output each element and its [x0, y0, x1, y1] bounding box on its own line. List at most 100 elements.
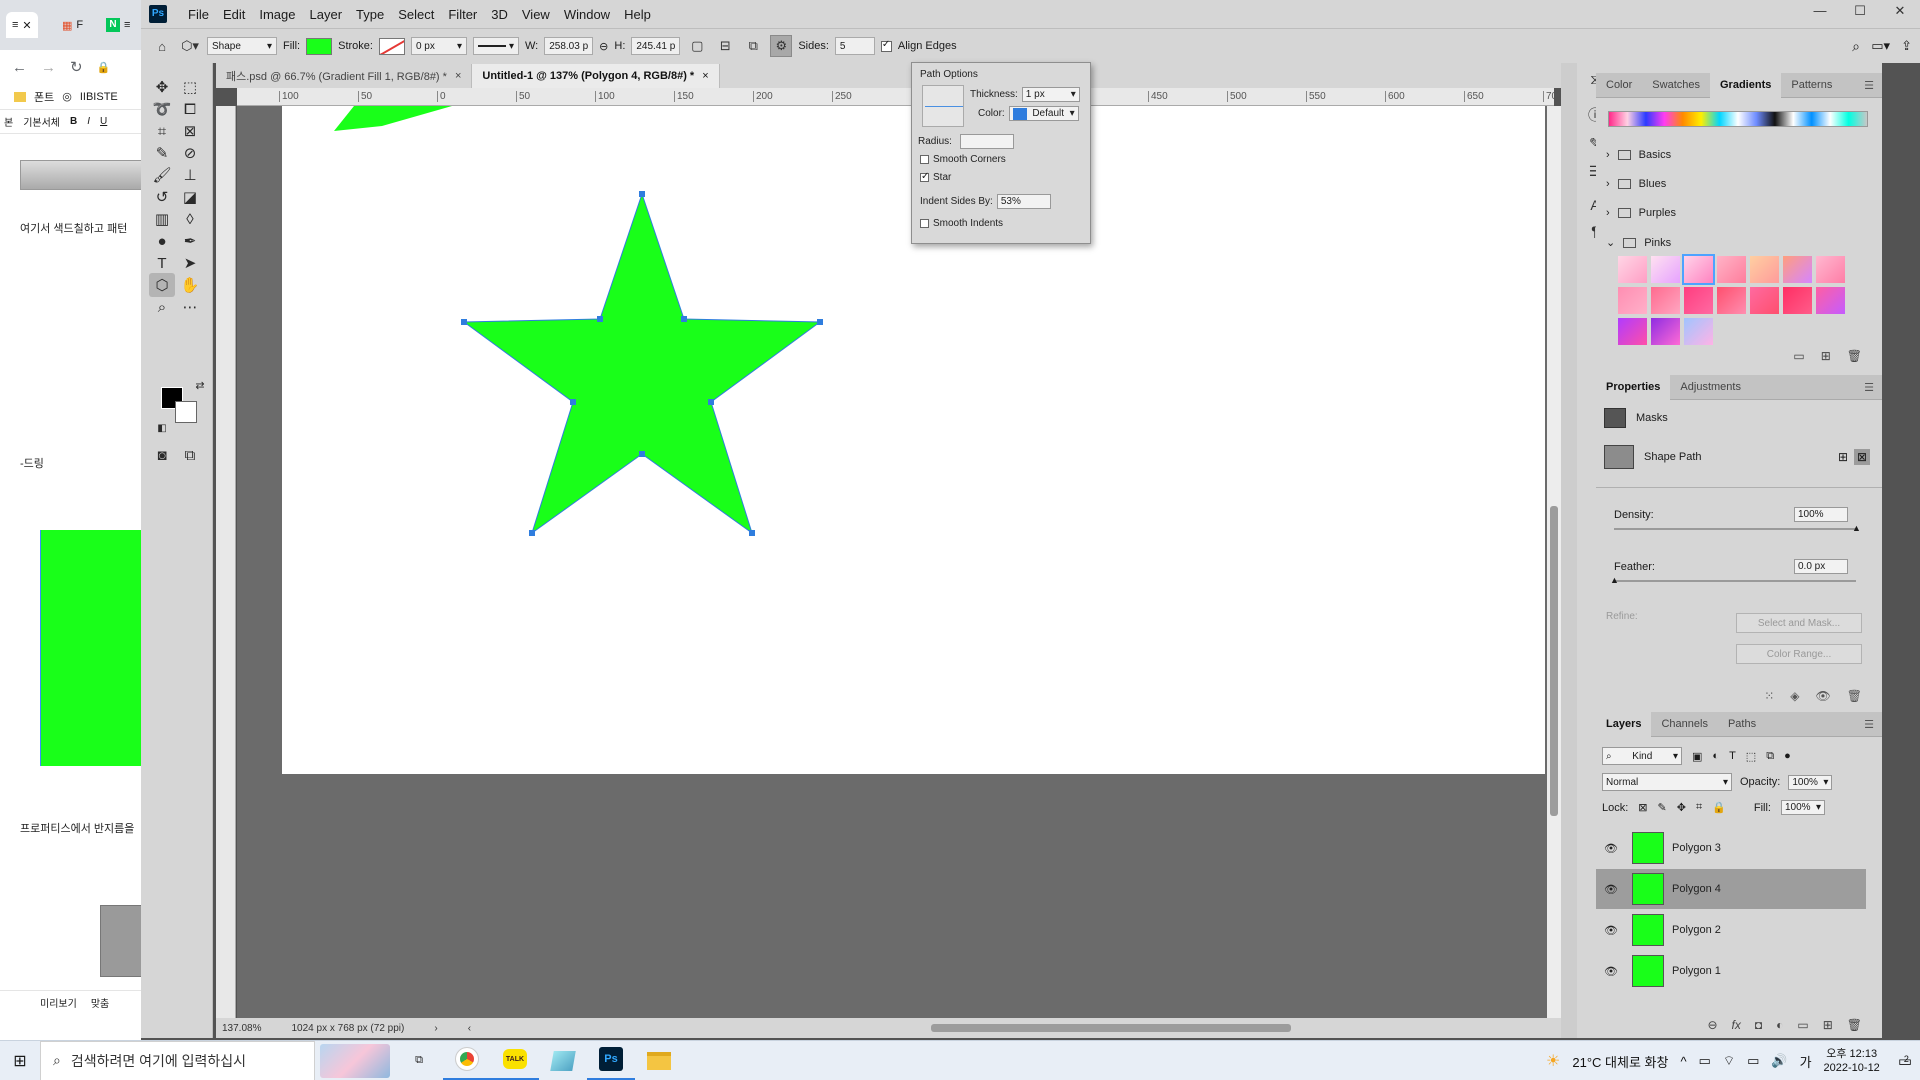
filter-toggle-icon[interactable]: ●	[1784, 750, 1791, 762]
layer-row[interactable]: 👁 Polygon 3	[1596, 828, 1866, 868]
trash-icon[interactable]: 🗑	[1847, 1018, 1862, 1032]
layer-kind-select[interactable]: ⌕ Kind ▾	[1602, 747, 1682, 765]
gradient-swatch[interactable]	[1682, 254, 1715, 285]
taskbar-search-box[interactable]: ⌕ 검색하려면 여기에 입력하십시	[40, 1040, 315, 1080]
smart-object-filter-icon[interactable]: ⧉	[1766, 750, 1774, 763]
eye-icon[interactable]: 👁	[1604, 883, 1618, 896]
tab-patterns[interactable]: Patterns	[1781, 73, 1842, 98]
back-arrow-icon[interactable]: ←	[12, 59, 27, 76]
stroke-width-input[interactable]: 0 px ▾	[410, 37, 467, 55]
horizontal-scrollbar-thumb[interactable]	[931, 1024, 1291, 1032]
fx-icon[interactable]: fx	[1732, 1018, 1741, 1032]
gradient-swatch[interactable]	[1618, 318, 1647, 345]
fit-button[interactable]: 맞춤	[91, 995, 109, 1010]
menu-help[interactable]: Help	[617, 7, 658, 22]
path-color-select[interactable]: Default ▾	[1008, 106, 1079, 121]
minimize-button[interactable]: —	[1800, 0, 1840, 22]
menu-select[interactable]: Select	[391, 7, 441, 22]
lock-pixels-icon[interactable]: ✎	[1658, 801, 1667, 814]
tab-adjustments[interactable]: Adjustments	[1670, 375, 1751, 400]
hand-tool-icon[interactable]: ✋	[177, 273, 203, 297]
path-selection-tool-icon[interactable]: ➤	[177, 251, 203, 275]
scrollbar-thumb[interactable]	[1550, 506, 1558, 816]
width-input[interactable]: 258.03 p	[544, 37, 594, 55]
panel-menu-icon[interactable]: ☰	[1864, 79, 1874, 92]
anchor-point[interactable]	[817, 319, 823, 325]
anchor-point[interactable]	[708, 399, 714, 405]
path-operations-icon[interactable]: ▢	[686, 35, 708, 57]
add-mask-icon[interactable]: ⊞	[1838, 450, 1848, 464]
weather-icon[interactable]: ☀	[1546, 1051, 1560, 1071]
layer-row[interactable]: 👁 Polygon 2	[1596, 910, 1866, 950]
link-icon[interactable]: ⊖	[599, 40, 608, 53]
trash-icon[interactable]: 🗑	[1847, 689, 1862, 703]
vertical-scrollbar[interactable]	[1547, 106, 1561, 1018]
maximize-button[interactable]: ☐	[1840, 0, 1880, 22]
reload-icon[interactable]: ↻	[70, 58, 83, 76]
gradient-swatch[interactable]	[1618, 287, 1647, 314]
slider-handle[interactable]: ▲	[1852, 523, 1861, 533]
preview-button[interactable]: 미리보기	[40, 995, 77, 1010]
windows-start-icon[interactable]: ⊞	[0, 1041, 40, 1080]
home-icon[interactable]: ⌂	[151, 35, 173, 57]
file-explorer-icon[interactable]	[635, 1041, 683, 1080]
screen-mode-icon[interactable]: ⧉	[177, 443, 203, 467]
chevron-left-icon[interactable]: ‹	[468, 1023, 471, 1034]
lock-transparent-icon[interactable]: ⊠	[1638, 801, 1647, 814]
chevron-up-icon[interactable]: ^	[1680, 1054, 1686, 1069]
tab-document-2[interactable]: Untitled-1 @ 137% (Polygon 4, RGB/8#) * …	[472, 64, 720, 88]
gradient-swatch[interactable]	[1651, 256, 1680, 283]
ime-indicator[interactable]: 가	[1800, 1052, 1812, 1071]
gradient-swatch[interactable]	[1717, 256, 1746, 283]
gear-icon[interactable]: ⚙	[770, 35, 793, 57]
layer-row[interactable]: 👁 Polygon 1	[1596, 951, 1866, 991]
lock-position-icon[interactable]: ✥	[1677, 801, 1686, 814]
close-icon[interactable]: ×	[455, 70, 461, 82]
vector-mask-icon[interactable]: ⊠	[1853, 449, 1870, 465]
lasso-tool-icon[interactable]: ➰	[149, 97, 175, 121]
blend-mode-select[interactable]: Normal ▾	[1602, 773, 1732, 791]
weather-text[interactable]: 21°C 대체로 화창	[1572, 1052, 1668, 1071]
trash-icon[interactable]: 🗑	[1847, 349, 1862, 363]
clone-stamp-tool-icon[interactable]: ⊥	[177, 163, 203, 187]
search-icon[interactable]: ⌕	[1852, 38, 1860, 55]
browser-tab-3[interactable]: N ≡	[100, 12, 136, 38]
crop-tool-icon[interactable]: ⌗	[149, 119, 175, 143]
new-folder-icon[interactable]: ▭	[1793, 349, 1804, 363]
tab-paths[interactable]: Paths	[1718, 712, 1766, 737]
notification-center-icon[interactable]: ▭ 2	[1898, 1052, 1912, 1070]
adjustment-layer-icon[interactable]: ◐	[1776, 1018, 1783, 1032]
smooth-corners-checkbox[interactable]	[920, 155, 929, 164]
shape-filter-icon[interactable]: ⬚	[1746, 750, 1756, 763]
radius-input[interactable]	[959, 134, 1014, 149]
gradient-swatch[interactable]	[1651, 318, 1680, 345]
browser-tab-2[interactable]: ▦ F	[56, 12, 89, 38]
selection-icon[interactable]: ⁙	[1764, 689, 1774, 703]
anchor-point[interactable]	[597, 316, 603, 322]
slider-handle[interactable]: ▲	[1610, 575, 1619, 585]
forward-arrow-icon[interactable]: →	[41, 59, 56, 76]
browser-tab-1[interactable]: ≡ ✕	[6, 12, 38, 38]
photoshop-taskbar-icon[interactable]: Ps	[587, 1041, 635, 1080]
path-alignment-icon[interactable]: ⊟	[714, 35, 736, 57]
eye-icon[interactable]: 👁	[1604, 924, 1618, 937]
healing-brush-tool-icon[interactable]: ⊘	[177, 141, 203, 165]
editor-font-select[interactable]: 기본서체	[23, 114, 60, 129]
polygon-tool-icon[interactable]: ⬡	[149, 273, 175, 297]
fill-color-swatch[interactable]	[306, 37, 333, 55]
menu-type[interactable]: Type	[349, 7, 391, 22]
tab-gradients[interactable]: Gradients	[1710, 72, 1782, 98]
frame-tool-icon[interactable]: ⊠	[177, 119, 203, 143]
notes-app-icon[interactable]	[539, 1041, 587, 1080]
anchor-point[interactable]	[639, 451, 645, 457]
pen-tool-icon[interactable]: ✒	[177, 229, 203, 253]
gradient-swatch[interactable]	[1684, 287, 1713, 314]
editor-style[interactable]: 본	[4, 114, 13, 129]
height-input[interactable]: 245.41 p	[631, 37, 681, 55]
density-input[interactable]: 100%	[1794, 507, 1848, 522]
smooth-indents-checkbox[interactable]	[920, 219, 929, 228]
type-filter-icon[interactable]: T	[1729, 750, 1736, 762]
share-icon[interactable]: ⇪	[1901, 38, 1912, 54]
tab-document-1[interactable]: 패스.psd @ 66.7% (Gradient Fill 1, RGB/8#)…	[216, 64, 473, 88]
layer-row-selected[interactable]: 👁 Polygon 4	[1596, 869, 1866, 909]
